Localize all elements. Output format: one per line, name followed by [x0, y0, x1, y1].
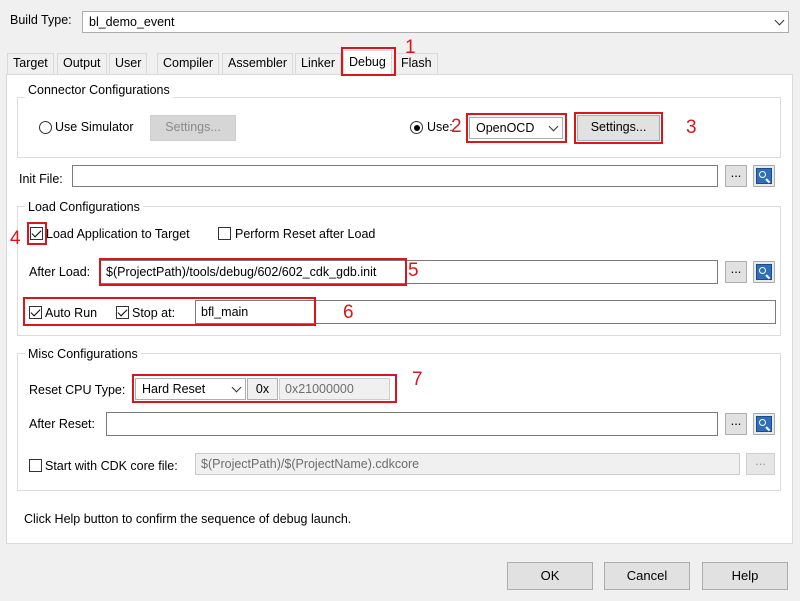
search-icon [756, 168, 772, 184]
hex-prefix: 0x [247, 378, 278, 400]
load-app-label: Load Application to Target [46, 227, 190, 241]
debugger-value: OpenOCD [476, 121, 535, 135]
tab-user[interactable]: User [109, 53, 148, 74]
load-group-title: Load Configurations [25, 199, 143, 215]
chevron-down-icon [227, 379, 245, 399]
init-file-input[interactable] [72, 165, 718, 187]
annotation-number-1: 1 [405, 37, 416, 58]
cdk-core-input[interactable]: $(ProjectPath)/$(ProjectName).cdkcore [195, 453, 740, 475]
after-reset-label: After Reset: [29, 417, 95, 431]
annotation-number-7: 7 [412, 369, 423, 390]
tab-debug[interactable]: Debug [343, 50, 392, 75]
reset-cpu-label: Reset CPU Type: [29, 383, 126, 397]
tab-flash[interactable]: Flash [395, 53, 438, 74]
auto-run-checkbox[interactable] [29, 306, 42, 319]
annotation-number-3: 3 [686, 117, 697, 138]
after-reset-lookup-button[interactable] [753, 413, 775, 435]
connector-group-title: Connector Configurations [25, 82, 173, 98]
stop-at-checkbox[interactable] [116, 306, 129, 319]
simulator-settings-button[interactable]: Settings... [150, 115, 236, 141]
use-simulator-label: Use Simulator [55, 120, 134, 134]
annotation-number-5: 5 [408, 260, 419, 281]
load-app-checkbox[interactable] [30, 227, 43, 240]
stop-at-label: Stop at: [132, 306, 176, 320]
use-debugger-label: Use: [427, 120, 453, 134]
tab-assembler[interactable]: Assembler [222, 53, 294, 74]
misc-group-title: Misc Configurations [25, 346, 141, 362]
after-load-lookup-button[interactable] [753, 261, 775, 283]
help-text: Click Help button to confirm the sequenc… [24, 512, 352, 526]
ok-button[interactable]: OK [507, 562, 593, 590]
perform-reset-label: Perform Reset after Load [235, 227, 376, 241]
stop-at-input[interactable]: bfl_main [195, 300, 776, 324]
chevron-down-icon [770, 12, 788, 32]
after-load-browse-button[interactable]: ... [725, 261, 747, 283]
after-reset-browse-button[interactable]: ... [725, 413, 747, 435]
after-load-label: After Load: [29, 265, 91, 279]
init-file-browse-button[interactable]: ... [725, 165, 747, 187]
perform-reset-checkbox[interactable] [218, 227, 231, 240]
build-type-value: bl_demo_event [89, 15, 175, 29]
cdk-core-checkbox[interactable] [29, 459, 42, 472]
cdk-core-browse-button[interactable]: ... [746, 453, 775, 475]
tab-compiler[interactable]: Compiler [157, 53, 220, 74]
search-icon [756, 264, 772, 280]
annotation-number-4: 4 [10, 228, 21, 249]
use-debugger-radio[interactable] [410, 121, 423, 134]
reset-cpu-select[interactable]: Hard Reset [135, 378, 246, 400]
reset-cpu-value: Hard Reset [142, 382, 206, 396]
chevron-down-icon [544, 118, 562, 138]
tab-linker[interactable]: Linker [295, 53, 342, 74]
tab-target[interactable]: Target [7, 53, 54, 74]
cdk-core-label: Start with CDK core file: [45, 459, 178, 473]
debugger-settings-button[interactable]: Settings... [577, 115, 660, 141]
reset-address-input[interactable]: 0x21000000 [279, 378, 390, 400]
init-file-label: Init File: [19, 172, 63, 186]
annotation-number-2: 2 [451, 116, 462, 137]
cancel-button[interactable]: Cancel [604, 562, 690, 590]
build-type-label: Build Type: [10, 13, 72, 27]
use-simulator-radio[interactable] [39, 121, 52, 134]
init-file-lookup-button[interactable] [753, 165, 775, 187]
help-button[interactable]: Help [702, 562, 788, 590]
build-type-select[interactable]: bl_demo_event [82, 11, 789, 33]
auto-run-label: Auto Run [45, 306, 98, 320]
search-icon [756, 416, 772, 432]
after-reset-input[interactable] [106, 412, 718, 436]
annotation-number-6: 6 [343, 302, 354, 323]
tab-output[interactable]: Output [57, 53, 107, 74]
debugger-select[interactable]: OpenOCD [469, 117, 563, 139]
